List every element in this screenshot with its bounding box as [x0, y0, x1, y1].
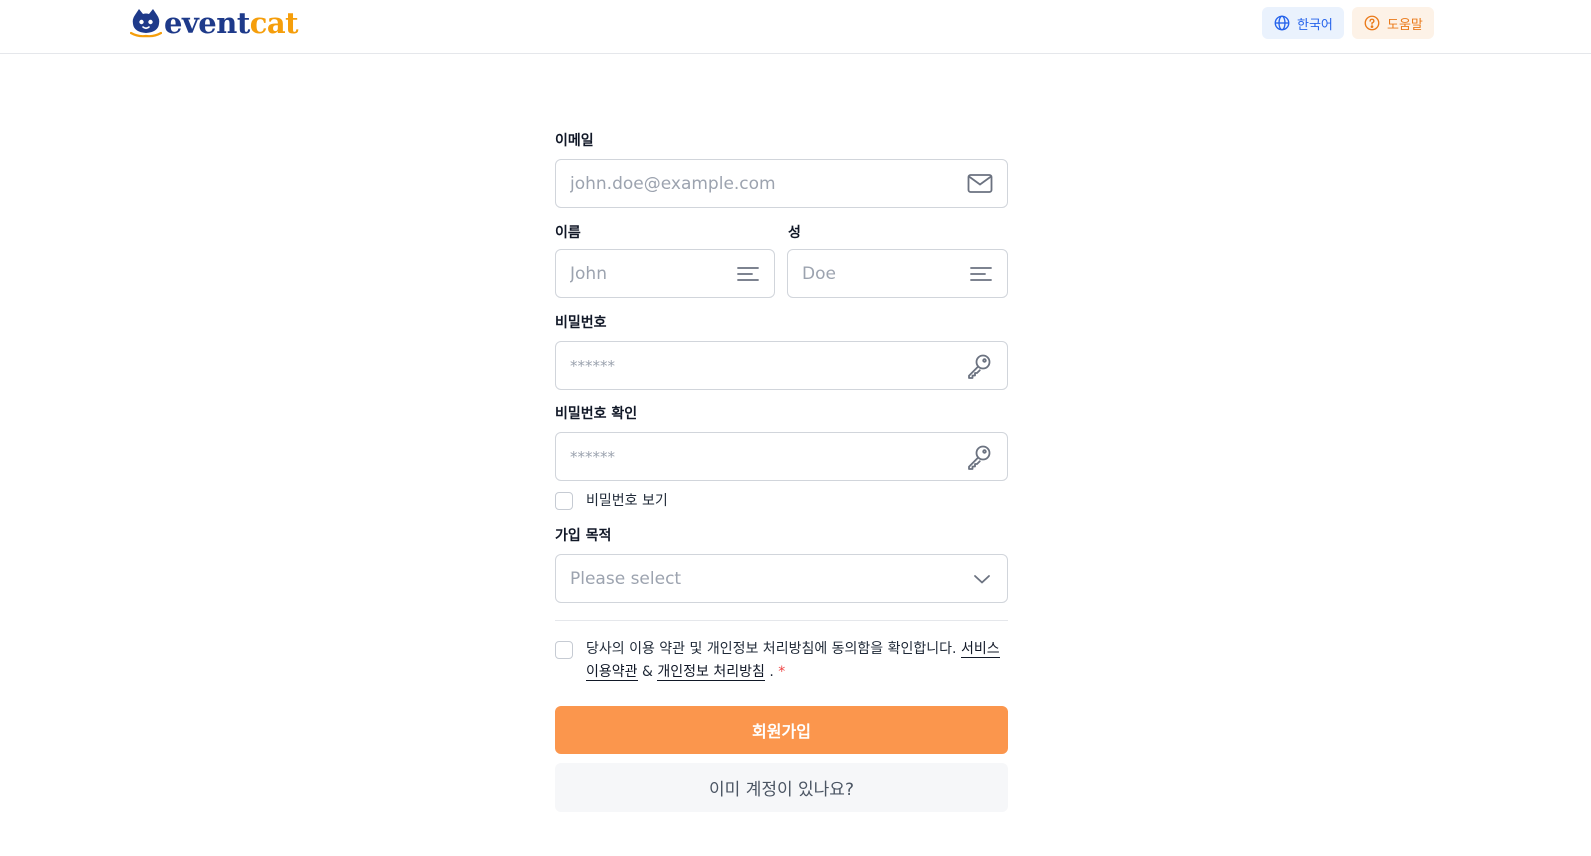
password-label: 비밀번호 — [555, 315, 607, 331]
first-name-label: 이름 — [555, 225, 581, 241]
email-placeholder: john.doe@example.com — [570, 173, 776, 194]
last-name-label: 성 — [788, 225, 801, 241]
email-field[interactable]: john.doe@example.com — [555, 159, 1008, 208]
terms-text: 당사의 이용 약관 및 개인정보 처리방침에 동의함을 확인합니다. 서비스 이… — [586, 638, 1006, 684]
language-button[interactable]: 한국어 — [1262, 7, 1344, 39]
purpose-placeholder: Please select — [570, 568, 682, 589]
help-button[interactable]: 도움말 — [1352, 7, 1434, 39]
show-password-label[interactable]: 비밀번호 보기 — [586, 490, 668, 510]
required-mark: * — [778, 664, 786, 680]
key-icon — [968, 354, 991, 379]
globe-icon — [1274, 15, 1290, 31]
text-lines-icon — [737, 266, 759, 281]
top-bar: eventcat 한국어 도움말 — [0, 0, 1591, 54]
last-name-field[interactable]: Doe — [787, 249, 1008, 298]
privacy-policy-link[interactable]: 개인정보 처리방침 — [657, 664, 765, 681]
logo-text: eventcat — [164, 5, 299, 40]
show-password-checkbox[interactable] — [555, 492, 573, 510]
password-confirm-label: 비밀번호 확인 — [555, 406, 638, 422]
form-divider — [555, 620, 1008, 621]
signup-button[interactable]: 회원가입 — [555, 706, 1008, 754]
cat-logo-icon — [130, 9, 162, 38]
terms-period: . — [769, 664, 774, 680]
key-icon — [968, 445, 991, 470]
help-label: 도움말 — [1387, 17, 1423, 33]
mail-icon — [967, 173, 993, 193]
eventcat-logo[interactable]: eventcat — [130, 5, 299, 41]
language-label: 한국어 — [1297, 17, 1333, 33]
last-name-placeholder: Doe — [802, 263, 836, 284]
purpose-label: 가입 목적 — [555, 528, 612, 544]
password-placeholder: ****** — [570, 356, 615, 375]
first-name-placeholder: John — [570, 263, 607, 284]
terms-checkbox[interactable] — [555, 641, 573, 659]
help-circle-icon — [1364, 15, 1380, 31]
text-lines-icon — [970, 266, 992, 281]
terms-statement: 당사의 이용 약관 및 개인정보 처리방침에 동의함을 확인합니다. — [586, 641, 957, 657]
password-confirm-placeholder: ****** — [570, 447, 615, 466]
password-field[interactable]: ****** — [555, 341, 1008, 390]
password-confirm-field[interactable]: ****** — [555, 432, 1008, 481]
purpose-select[interactable]: Please select — [555, 554, 1008, 603]
chevron-down-icon — [974, 574, 990, 583]
terms-ampersand: & — [641, 664, 653, 680]
email-label: 이메일 — [555, 133, 594, 149]
login-link-button[interactable]: 이미 계정이 있나요? — [555, 763, 1008, 812]
first-name-field[interactable]: John — [555, 249, 775, 298]
